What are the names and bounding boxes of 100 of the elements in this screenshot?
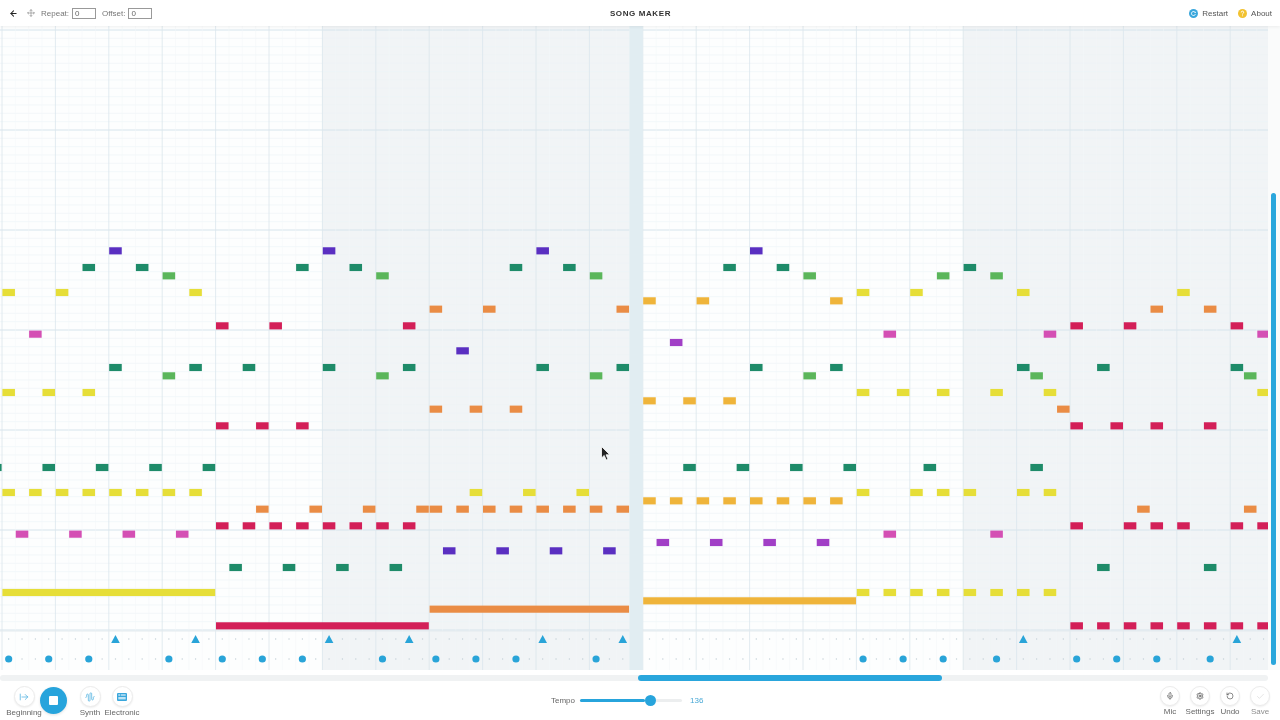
- note-block: [990, 272, 1003, 280]
- note-block: [683, 397, 696, 405]
- move-icon[interactable]: [27, 9, 35, 17]
- note-block: [429, 305, 443, 313]
- number-field[interactable]: 0: [72, 7, 97, 19]
- note-block: [1070, 622, 1083, 630]
- note-block: [322, 363, 336, 372]
- note-block: [322, 522, 336, 530]
- note-block: [603, 547, 616, 555]
- note-block: [429, 405, 443, 413]
- note-block: [750, 363, 763, 372]
- note-block: [1203, 622, 1217, 630]
- note-block: [1030, 463, 1043, 472]
- note-block: [82, 388, 96, 397]
- note-block: [589, 505, 603, 513]
- note-block: [336, 563, 349, 572]
- stop-button[interactable]: [40, 687, 67, 714]
- note-block: [1230, 522, 1244, 530]
- note-block: [883, 530, 897, 538]
- drum-machine-icon: [117, 692, 127, 701]
- note-block: [202, 463, 216, 472]
- note-block: [1123, 622, 1137, 630]
- note-block: [1257, 522, 1268, 530]
- note-block: [616, 363, 630, 372]
- note-block: [1230, 322, 1244, 330]
- note-block: [1230, 622, 1244, 630]
- note-block: [55, 488, 69, 497]
- scrollbar-thumb[interactable]: [1271, 193, 1276, 665]
- number-field[interactable]: 0: [128, 7, 153, 19]
- note-block: [402, 322, 416, 330]
- note-block: [896, 388, 910, 397]
- circle-note: [472, 655, 480, 663]
- beginning-button[interactable]: Beginning: [7, 686, 41, 718]
- note-block: [162, 488, 176, 497]
- note-block: [990, 588, 1003, 597]
- note-block: [750, 247, 763, 255]
- note-block: [483, 505, 496, 513]
- circle-note: [899, 655, 907, 663]
- note-block: [469, 405, 483, 413]
- vertical-scrollbar[interactable]: [1268, 26, 1280, 670]
- undo-button[interactable]: Undo: [1215, 686, 1245, 717]
- restart-icon: [1189, 8, 1199, 18]
- mic-button[interactable]: Mic: [1155, 686, 1185, 717]
- circle-note: [1113, 655, 1121, 663]
- note-block: [296, 522, 309, 530]
- note-block: [1257, 622, 1268, 630]
- note-block: [990, 530, 1003, 538]
- note-block: [135, 488, 149, 497]
- note-block: [189, 288, 202, 297]
- slider-thumb[interactable]: [644, 694, 656, 706]
- note-block: [776, 263, 790, 272]
- electronic-button[interactable]: Electronic: [104, 686, 140, 718]
- note-block: [1017, 588, 1030, 597]
- note-block: [736, 463, 750, 472]
- note-block: [496, 547, 509, 555]
- circle-note: [258, 655, 266, 663]
- horizontal-scrollbar[interactable]: [0, 675, 1268, 681]
- note-block: [1150, 422, 1164, 430]
- note-block: [175, 530, 189, 538]
- note-block: [1110, 422, 1123, 430]
- note-block: [402, 363, 416, 372]
- note-block: [1257, 388, 1268, 397]
- scrollbar-thumb[interactable]: [638, 675, 942, 681]
- restart-link[interactable]: Restart: [1189, 8, 1229, 18]
- note-block: [509, 263, 523, 272]
- note-block: [1097, 563, 1110, 572]
- note-block: [1043, 388, 1057, 397]
- note-block: [563, 263, 576, 272]
- circle-note: [298, 655, 306, 663]
- back-arrow-icon[interactable]: [9, 8, 18, 18]
- note-block: [296, 263, 309, 272]
- note-block: [589, 272, 603, 280]
- note-block: [589, 372, 603, 380]
- note-block: [1017, 288, 1030, 297]
- note-block: [1070, 322, 1083, 330]
- note-block: [349, 263, 363, 272]
- note-block: [803, 272, 816, 280]
- note-grid[interactable]: [0, 26, 1268, 670]
- note-block: [42, 388, 55, 397]
- note-block: [1203, 422, 1217, 430]
- note-block: [843, 463, 856, 472]
- check-icon: [1255, 691, 1265, 701]
- about-link[interactable]: About: [1238, 8, 1272, 18]
- note-block: [1017, 363, 1030, 372]
- note-block: [282, 563, 296, 572]
- app-title: SONG MAKER: [609, 8, 672, 18]
- settings-button[interactable]: Settings: [1185, 686, 1215, 717]
- mouse-cursor-icon: [601, 446, 611, 461]
- note-block: [883, 330, 897, 338]
- note-block: [1137, 505, 1150, 513]
- note-block: [1070, 522, 1083, 530]
- note-block: [456, 505, 469, 513]
- note-block: [763, 538, 776, 547]
- note-block: [296, 422, 309, 430]
- note-block: [2, 288, 15, 297]
- note-block: [910, 488, 923, 497]
- note-block: [322, 247, 336, 255]
- circle-note: [378, 655, 387, 663]
- note-block: [616, 305, 630, 313]
- note-block: [1017, 488, 1030, 497]
